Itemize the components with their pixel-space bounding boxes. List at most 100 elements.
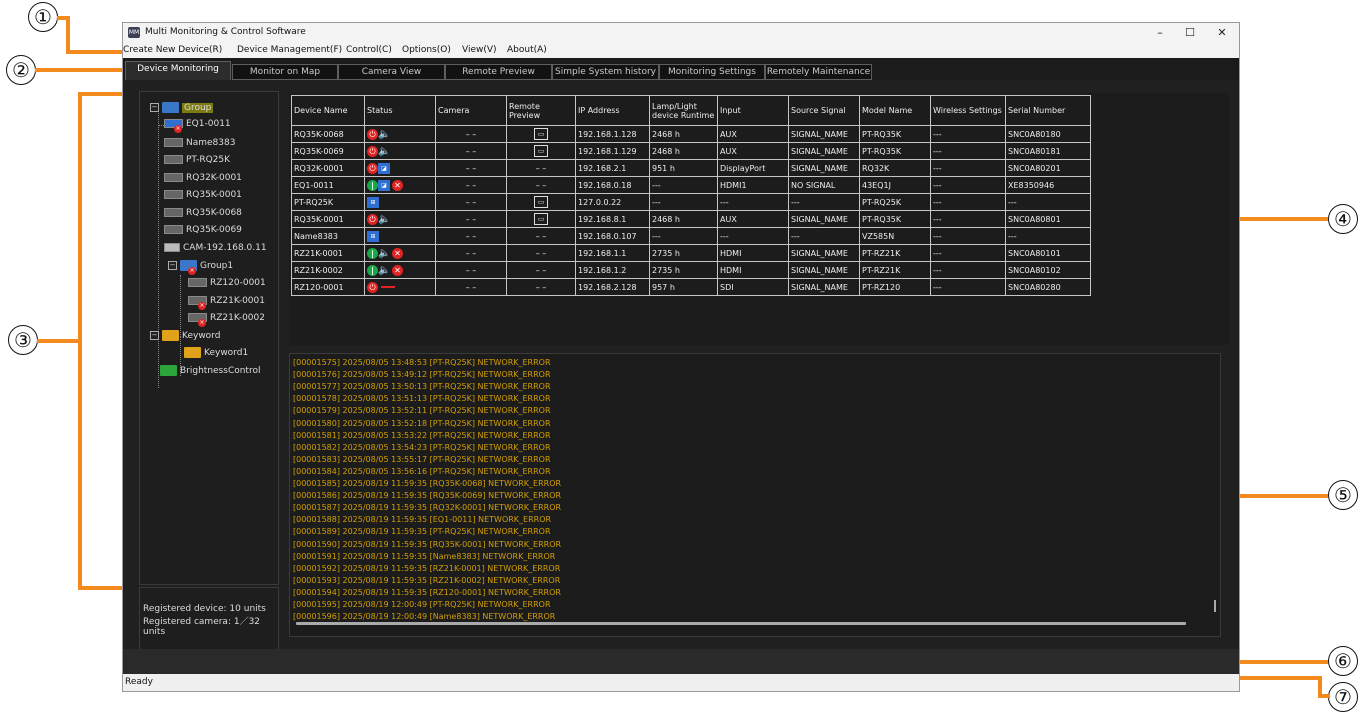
remote-preview-icon[interactable]: ▭ — [534, 196, 548, 208]
table-row[interactable]: RQ35K-0069 ⏻ 🔈 – – ▭ 192.168.1.129 2468 h AUX SI… — [291, 142, 1091, 160]
remote-preview-cell[interactable]: ▭ — [506, 210, 576, 228]
tree-node-keyword1[interactable]: Keyword1 — [184, 347, 248, 358]
tab-device-monitoring[interactable]: Device Monitoring — [125, 61, 231, 80]
menu-control[interactable]: Control(C) — [346, 45, 392, 55]
cell-signal: SIGNAL_NAME — [788, 125, 860, 143]
network-icon: ⊞ — [367, 230, 379, 242]
maximize-button[interactable]: ☐ — [1175, 23, 1205, 43]
device-tree: − Group EQ1-0011 × Name8383 PT-RQ25K RQ32… — [139, 91, 279, 585]
cell-input: DisplayPort — [717, 159, 789, 177]
tree-device-name8383[interactable]: Name8383 — [164, 138, 235, 148]
menu-create-new-device[interactable]: Create New Device(R) — [123, 45, 222, 55]
tab-remote-preview[interactable]: Remote Preview — [445, 64, 552, 80]
table-row[interactable]: Name8383 ⊞ – – – –192.168.0.107 --- --- --- VZ5… — [291, 227, 1091, 245]
cell-model: PT-RQ35K — [859, 210, 931, 228]
col-status[interactable]: Status — [364, 95, 436, 126]
menu-options[interactable]: Options(O) — [402, 45, 451, 55]
error-icon: × — [198, 302, 206, 310]
tree-device-rq35k-0001[interactable]: RQ35K-0001 — [164, 190, 242, 200]
cell-input: SDI — [717, 278, 789, 296]
tab-monitor-on-map[interactable]: Monitor on Map — [232, 64, 338, 80]
tree-device-eq1-0011[interactable]: EQ1-0011 × — [158, 119, 231, 133]
tree-node-brightness-control[interactable]: BrightnessControl — [160, 365, 260, 376]
horizontal-scrollbar[interactable] — [296, 622, 1186, 625]
collapse-icon[interactable]: − — [150, 103, 159, 112]
tree-node-group1[interactable]: − Group1 × — [168, 260, 233, 275]
col-remote-preview[interactable]: Remote Preview — [506, 95, 576, 126]
col-source-signal[interactable]: Source Signal — [788, 95, 860, 126]
remote-preview-cell[interactable]: ▭ — [506, 193, 576, 211]
tree-node-keyword[interactable]: − Keyword — [150, 330, 220, 341]
col-device-name[interactable]: Device Name — [291, 95, 365, 126]
remote-preview-icon[interactable]: ▭ — [534, 128, 548, 140]
log-line: [00001594] 2025/08/19 11:59:35 [RZ120-00… — [293, 587, 561, 597]
remote-preview-icon[interactable]: ▭ — [534, 145, 548, 157]
tree-device-pt-rq25k[interactable]: PT-RQ25K — [164, 155, 230, 165]
callout-7: ⑦ — [1328, 682, 1358, 712]
tab-remotely-maintenance[interactable]: Remotely Maintenance — [765, 64, 872, 80]
vertical-scrollbar[interactable] — [1214, 600, 1216, 612]
callout-3-line — [37, 339, 82, 343]
collapse-icon[interactable]: − — [150, 331, 159, 340]
cell-runtime: 957 h — [649, 278, 718, 296]
tree-node-group[interactable]: − Group — [150, 102, 214, 113]
cell-runtime: 2468 h — [649, 210, 718, 228]
tree-device-rq35k-0068[interactable]: RQ35K-0068 — [164, 208, 242, 218]
log-line: [00001596] 2025/08/19 12:00:49 [Name8383… — [293, 612, 556, 622]
col-camera[interactable]: Camera — [435, 95, 507, 126]
tree-device-rq35k-0069[interactable]: RQ35K-0069 — [164, 225, 242, 235]
cell-camera: – – — [435, 227, 507, 245]
collapse-icon[interactable]: − — [168, 261, 177, 270]
minimize-button[interactable]: – — [1145, 23, 1175, 43]
cell-wireless: --- — [930, 227, 1006, 245]
tree-device-rz21k-0002[interactable]: RZ21K-0002 × — [188, 313, 265, 327]
cell-runtime: 2735 h — [649, 261, 718, 279]
close-button[interactable]: ✕ — [1207, 23, 1237, 43]
remote-preview-cell[interactable]: ▭ — [506, 125, 576, 143]
status-bar: Ready — [123, 674, 1239, 691]
remote-preview-icon[interactable]: ▭ — [534, 213, 548, 225]
callout-6: ⑥ — [1328, 646, 1358, 676]
remote-preview-cell[interactable]: ▭ — [506, 142, 576, 160]
power-off-icon: ⏻ — [367, 162, 378, 174]
col-runtime[interactable]: Lamp/Light device Runtime — [649, 95, 718, 126]
tree-device-rz120-0001[interactable]: RZ120-0001 — [188, 278, 266, 288]
cell-name: RQ35K-0068 — [291, 125, 365, 143]
status-cell: ⊞ — [364, 227, 436, 245]
menu-view[interactable]: View(V) — [462, 45, 497, 55]
col-model-name[interactable]: Model Name — [859, 95, 931, 126]
cell-serial: SNC0A80801 — [1005, 210, 1091, 228]
power-off-icon: ⏻ — [367, 145, 378, 157]
col-input[interactable]: Input — [717, 95, 789, 126]
tab-simple-system-history[interactable]: Simple System history — [552, 64, 659, 80]
cell-ip: 192.168.1.2 — [575, 261, 650, 279]
tab-monitoring-settings[interactable]: Monitoring Settings — [659, 64, 765, 80]
col-wireless-settings[interactable]: Wireless Settings — [930, 95, 1006, 126]
folder-icon — [162, 330, 179, 341]
table-row[interactable]: RQ35K-0001 ⏻ 🔈 – – ▭ 192.168.8.1 2468 h AUX SIGN… — [291, 210, 1091, 228]
cell-wireless: --- — [930, 193, 1006, 211]
table-row[interactable]: RZ120-0001 ⏻ – – – –192.168.2.128 957 h SDI SI… — [291, 278, 1091, 296]
table-row[interactable]: RZ21K-0002 | 🔈 ✕ – – – –192.168.1.2 2735 h HDMI… — [291, 261, 1091, 279]
cell-serial: --- — [1005, 193, 1091, 211]
table-row[interactable]: RZ21K-0001 | 🔈 ✕ – – – –192.168.1.1 2735 h HDMI… — [291, 244, 1091, 262]
tree-device-rq32k-0001[interactable]: RQ32K-0001 — [164, 173, 242, 183]
cell-camera: – – — [435, 159, 507, 177]
col-ip-address[interactable]: IP Address — [575, 95, 650, 126]
table-row[interactable]: PT-RQ25K ⊞ – – ▭ 127.0.0.22 --- --- --- PT-RQ25K… — [291, 193, 1091, 211]
cell-wireless: --- — [930, 159, 1006, 177]
log-line: [00001582] 2025/08/05 13:54:23 [PT-RQ25K… — [293, 442, 551, 452]
table-row[interactable]: EQ1-0011 | ◪ ✕ – – – –192.168.0.18 --- HDMI1 NO … — [291, 176, 1091, 194]
tree-device-camera[interactable]: CAM-192.168.0.11 — [164, 243, 267, 253]
tab-camera-view[interactable]: Camera View — [338, 64, 445, 80]
cell-ip: 192.168.1.129 — [575, 142, 650, 160]
menu-about[interactable]: About(A) — [507, 45, 547, 55]
col-serial-number[interactable]: Serial Number — [1005, 95, 1091, 126]
callout-3: ③ — [8, 325, 38, 355]
cell-ip: 192.168.2.128 — [575, 278, 650, 296]
tree-device-rz21k-0001[interactable]: RZ21K-0001 × — [188, 296, 265, 310]
table-row[interactable]: RQ32K-0001 ⏻ ◪ – – – –192.168.2.1 951 h Displa… — [291, 159, 1091, 177]
table-row[interactable]: RQ35K-0068 ⏻ 🔈 – – ▭ 192.168.1.128 2468 h AUX SI… — [291, 125, 1091, 143]
log-line: [00001595] 2025/08/19 12:00:49 [PT-RQ25K… — [293, 600, 551, 609]
menu-device-management[interactable]: Device Management(F) — [237, 45, 342, 55]
